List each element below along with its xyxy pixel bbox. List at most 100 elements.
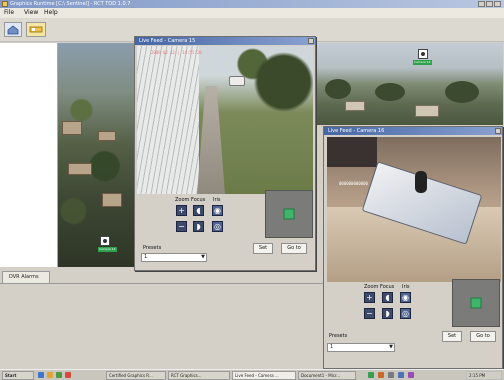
preset-value: 1 — [330, 344, 334, 350]
key-icon — [29, 26, 43, 33]
taskbar-item-active[interactable]: Live Feed - Camera ... — [232, 371, 296, 380]
iris-label: Iris — [402, 284, 410, 290]
iris-close-button[interactable]: ◎ — [400, 308, 411, 319]
goto-button[interactable]: Go to — [470, 331, 496, 342]
building-roof — [98, 131, 116, 141]
chevron-down-icon: ▼ — [389, 344, 393, 350]
focus-label: Focus — [191, 197, 206, 203]
taskbar-item[interactable]: Certified Graphics R... — [106, 371, 166, 380]
tray-app-icon[interactable] — [398, 372, 404, 378]
clock: 2:15 PM — [466, 371, 502, 380]
focus-far-button[interactable]: ◗ — [193, 221, 204, 232]
close-icon[interactable] — [308, 38, 314, 44]
zoom-in-button[interactable]: + — [176, 205, 187, 216]
feed-walkway — [197, 86, 225, 194]
set-button[interactable]: Set — [442, 331, 462, 342]
quicklaunch-ie-icon[interactable] — [38, 372, 44, 378]
camera-feed: 000000000000 — [327, 137, 501, 282]
ptz-preview[interactable] — [452, 279, 500, 327]
feed-dark — [327, 137, 377, 167]
building-roof — [62, 121, 82, 135]
iris-close-button[interactable]: ◎ — [212, 221, 223, 232]
tab-dvr-alarms[interactable]: DVR Alarms — [2, 271, 50, 283]
camera-title-text: Live Feed - Camera 16 — [328, 128, 385, 134]
set-button[interactable]: Set — [253, 243, 273, 254]
window-title: Graphics Runtime [C:\ Sentinel] - RCT TO… — [10, 1, 131, 7]
home-button[interactable] — [4, 22, 22, 37]
tree — [375, 83, 405, 101]
taskbar: Start Certified Graphics R... RCT Graphi… — [0, 369, 504, 380]
tray-app-icon[interactable] — [408, 372, 414, 378]
camera-window-title[interactable]: Live Feed - Camera 15 — [135, 37, 315, 45]
ptz-preview[interactable] — [265, 190, 313, 238]
focus-far-button[interactable]: ◗ — [382, 308, 393, 319]
preset-select[interactable]: 1 ▼ — [141, 253, 207, 262]
camera-marker-label: Camera 12 — [98, 247, 117, 252]
quicklaunch-app-icon[interactable] — [56, 372, 62, 378]
minimize-icon[interactable] — [478, 1, 485, 7]
map-video-right[interactable]: Camera 14 — [315, 43, 503, 125]
zoom-out-button[interactable]: − — [364, 308, 375, 319]
home-icon — [7, 25, 19, 35]
start-label: Start — [5, 373, 17, 378]
feed-timestamp: 000000000000 — [339, 181, 368, 186]
focus-label: Focus — [380, 284, 395, 290]
focus-near-button[interactable]: ◖ — [382, 292, 393, 303]
camera-title-text: Live Feed - Camera 15 — [139, 38, 196, 44]
feed-joystick — [415, 171, 427, 193]
close-icon[interactable] — [495, 128, 501, 134]
iris-open-button[interactable]: ◉ — [400, 292, 411, 303]
chevron-down-icon: ▼ — [201, 254, 205, 260]
feed-trees — [237, 46, 313, 136]
building-roof — [102, 193, 122, 207]
maximize-icon[interactable] — [486, 1, 493, 7]
feed-timestamp: 2008 02 12 | 14:55:20 — [151, 50, 202, 55]
tray-volume-icon[interactable] — [388, 372, 394, 378]
menu-help[interactable]: Help — [44, 9, 58, 17]
map-video-left[interactable]: Camera 12 — [58, 43, 136, 267]
menu-bar: File View Help — [0, 8, 504, 18]
quicklaunch-folder-icon[interactable] — [47, 372, 53, 378]
start-button[interactable]: Start — [2, 371, 34, 380]
camera-window-title[interactable]: Live Feed - Camera 16 — [324, 127, 502, 135]
zoom-in-button[interactable]: + — [364, 292, 375, 303]
presets-label: Presets — [143, 245, 162, 251]
alarm-panel — [0, 283, 323, 369]
close-icon[interactable] — [494, 1, 501, 7]
camera-feed: 2008 02 12 | 14:55:20 — [137, 46, 313, 194]
zoom-out-button[interactable]: − — [176, 221, 187, 232]
menu-file[interactable]: File — [4, 9, 14, 17]
taskbar-item[interactable]: Document1 - Micr... — [298, 371, 356, 380]
goto-button[interactable]: Go to — [281, 243, 307, 254]
camera-window-15[interactable]: Live Feed - Camera 15 2008 02 12 | 14:55… — [134, 36, 316, 271]
preview-square-icon — [470, 297, 482, 309]
feed-car — [229, 76, 245, 86]
key-button[interactable] — [26, 22, 46, 37]
menu-view[interactable]: View — [24, 9, 38, 17]
camera-marker-icon[interactable] — [100, 236, 110, 246]
left-panel — [0, 43, 58, 267]
feed-wall — [137, 46, 199, 194]
taskbar-item[interactable]: RCT Graphics... — [168, 371, 230, 380]
iris-open-button[interactable]: ◉ — [212, 205, 223, 216]
preset-select[interactable]: 1 ▼ — [327, 343, 395, 352]
zoom-label: Zoom — [175, 197, 190, 203]
tree — [325, 79, 351, 99]
camera-marker-icon[interactable] — [418, 49, 428, 59]
presets-label: Presets — [329, 333, 348, 339]
quicklaunch-media-icon[interactable] — [65, 372, 71, 378]
building — [345, 101, 365, 111]
app-icon — [2, 1, 8, 7]
tray-security-icon[interactable] — [378, 372, 384, 378]
camera-marker-label: Camera 14 — [413, 60, 432, 65]
zoom-label: Zoom — [364, 284, 379, 290]
building-roof — [68, 163, 92, 175]
tree — [445, 81, 479, 103]
preset-value: 1 — [144, 254, 148, 260]
window-title-bar: Graphics Runtime [C:\ Sentinel] - RCT TO… — [0, 0, 504, 8]
iris-label: Iris — [213, 197, 221, 203]
tray-network-icon[interactable] — [368, 372, 374, 378]
camera-window-16[interactable]: Live Feed - Camera 16 000000000000 Zoom … — [323, 126, 503, 369]
building — [415, 105, 439, 117]
focus-near-button[interactable]: ◖ — [193, 205, 204, 216]
